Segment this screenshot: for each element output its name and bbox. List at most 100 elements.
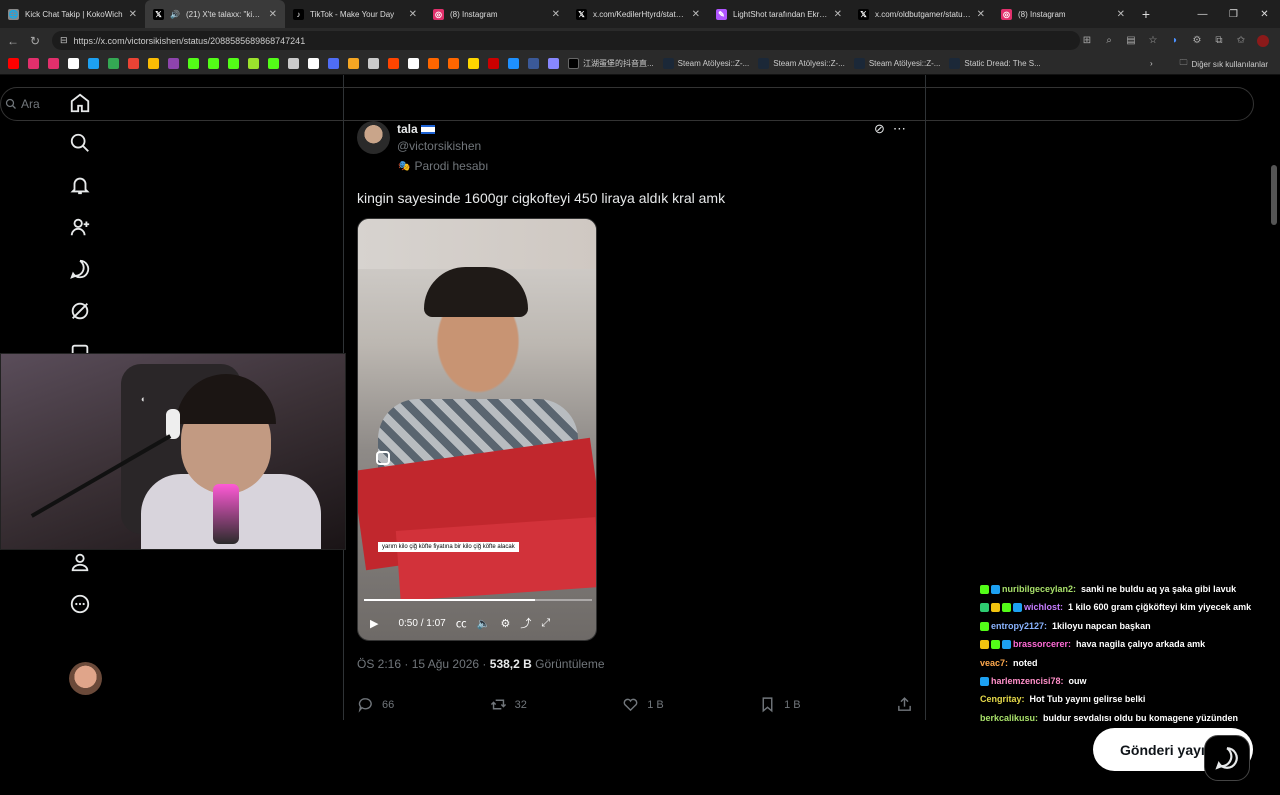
close-tab-icon[interactable]: ✕ [1117,9,1125,20]
bookmark-item[interactable] [108,58,119,69]
author-handle[interactable]: @victorsikishen [397,139,481,153]
bookmark-item[interactable] [468,58,479,69]
browser-tab[interactable]: 𝕏x.com/oldbutgamer/status/2(✕ [850,0,993,28]
bookmark-item[interactable] [348,58,359,69]
back-button[interactable]: ← [2,30,24,52]
reply-button[interactable]: 66 [357,696,394,713]
volume-icon[interactable]: 🔈 [477,617,491,630]
settings-icon[interactable]: ⚙ [500,617,510,630]
bookmark-item[interactable] [528,58,539,69]
profile-avatar[interactable] [1254,31,1272,50]
bookmark-item[interactable] [368,58,379,69]
author-avatar[interactable] [357,121,390,154]
favorites-icon[interactable]: ✩ [1232,31,1250,50]
like-button[interactable]: 1 B [622,696,664,713]
captions-icon[interactable]: ㏄ [456,615,467,631]
messages-fab[interactable] [1204,735,1250,781]
address-bar[interactable]: ⊟ https://x.com/victorsikishen/status/20… [52,31,1080,50]
apps-icon[interactable]: ⊞ [1078,31,1096,50]
close-tab-icon[interactable]: ✕ [552,9,560,20]
site-info-icon[interactable]: ⊟ [60,35,68,46]
bookmark-item[interactable]: Static Dread: The S... [949,58,1041,69]
bookmark-item[interactable] [308,58,319,69]
new-tab-button[interactable]: + [1133,0,1159,28]
home-icon[interactable] [68,91,92,115]
bookmark-item[interactable]: Steam Atölyesi::Z-... [662,58,749,69]
extensions-icon[interactable]: ⚙ [1188,31,1206,50]
browser-tab[interactable]: ◎ (8) Instagram ✕ [993,0,1133,28]
bookmark-item[interactable] [88,58,99,69]
bookmark-item[interactable] [8,58,19,69]
video-progress-bar[interactable] [364,599,592,601]
close-window-button[interactable]: ✕ [1249,0,1280,28]
search-input[interactable]: Ara [0,87,1254,121]
bookmark-item[interactable] [208,58,219,69]
more-icon[interactable] [68,592,92,616]
other-favorites-folder[interactable]: 🗀 Diğer sık kullanılanlar [1180,53,1268,75]
bookmark-item[interactable] [128,58,139,69]
bookmark-item[interactable] [288,58,299,69]
bookmark-item[interactable]: Steam Atölyesi::Z-... [853,58,940,69]
bookmark-item[interactable] [548,58,559,69]
browser-tab[interactable]: 𝕏x.com/KedilerHtyrd/status/20 ✕ [568,0,708,28]
more-options-icon[interactable]: ⋯ [893,121,906,137]
bookmark-item[interactable] [168,58,179,69]
close-tab-icon[interactable]: ✕ [834,9,842,20]
speaker-icon[interactable]: 🔊 [170,10,180,19]
close-tab-icon[interactable]: ✕ [692,9,700,20]
play-icon[interactable]: ▶ [370,617,378,630]
maximize-button[interactable]: ❐ [1218,0,1249,28]
close-tab-icon[interactable]: ✕ [269,9,277,20]
close-tab-icon[interactable]: ✕ [409,9,417,20]
close-tab-icon[interactable]: ✕ [129,9,137,20]
author-name[interactable]: tala [397,122,435,136]
bookmark-button[interactable]: 1 B [759,696,801,713]
bookmark-item[interactable] [248,58,259,69]
grok-icon[interactable]: ⊘ [874,121,885,137]
close-tab-icon[interactable]: ✕ [977,9,985,20]
browser-tab[interactable]: ◎ (8) Instagram ✕ [425,0,568,28]
messages-icon[interactable] [68,257,92,281]
bookmark-item[interactable] [328,58,339,69]
browser-tab[interactable]: ♪ TikTok - Make Your Day ✕ [285,0,425,28]
browser-tab[interactable]: ✎ LightShot tarafından Ekran G ✕ [708,0,850,28]
share-button[interactable] [896,696,913,713]
bookmark-item[interactable] [48,58,59,69]
popout-icon[interactable]: ⤴ [520,615,531,631]
bookmark-item[interactable] [428,58,439,69]
bookmark-item[interactable]: 江湖蛋堡的抖音直... [568,58,654,69]
bookmark-item[interactable] [488,58,499,69]
grok-icon[interactable] [68,299,92,323]
repost-button[interactable]: 32 [490,696,527,713]
notifications-icon[interactable] [68,173,92,197]
explore-icon[interactable] [68,131,92,155]
bookmark-item[interactable] [508,58,519,69]
reload-button[interactable]: ↻ [24,30,46,52]
split-screen-icon[interactable]: ⧉ [1210,31,1228,50]
fullscreen-icon[interactable]: ⤢ [541,617,550,630]
bookmark-item[interactable] [28,58,39,69]
extension-icon[interactable]: ◗ [1166,31,1184,50]
bookmark-item[interactable] [188,58,199,69]
bookmark-item[interactable] [228,58,239,69]
reader-icon[interactable]: ▤ [1122,31,1140,50]
browser-tab[interactable]: 𝕏 🔊 (21) X'te talaxx: "kingin s ✕ [145,0,285,28]
bookmark-item[interactable] [68,58,79,69]
minimize-button[interactable]: — [1187,0,1218,28]
profile-icon[interactable] [68,550,92,574]
browser-tab[interactable]: 🌐 Kick Chat Takip | KokoWich ✕ [0,0,145,28]
more-menu-icon[interactable]: ⋯ [1276,31,1280,50]
account-avatar[interactable] [69,662,102,695]
bookmark-item[interactable]: Steam Atölyesi::Z-... [758,58,845,69]
bookmarks-overflow-icon[interactable]: › [1150,59,1153,68]
zoom-icon[interactable]: ⌕ [1100,31,1118,50]
bookmark-item[interactable] [408,58,419,69]
follow-icon[interactable] [68,215,92,239]
favorite-star-icon[interactable]: ☆ [1144,31,1162,50]
bookmark-item[interactable] [448,58,459,69]
bookmark-item[interactable] [268,58,279,69]
page-scrollbar[interactable] [1270,150,1278,795]
bookmark-item[interactable] [388,58,399,69]
tweet-video[interactable]: yarım kilo çiğ köfte fiyatına bir kilo ç… [357,218,597,641]
scroll-thumb[interactable] [1271,165,1277,225]
